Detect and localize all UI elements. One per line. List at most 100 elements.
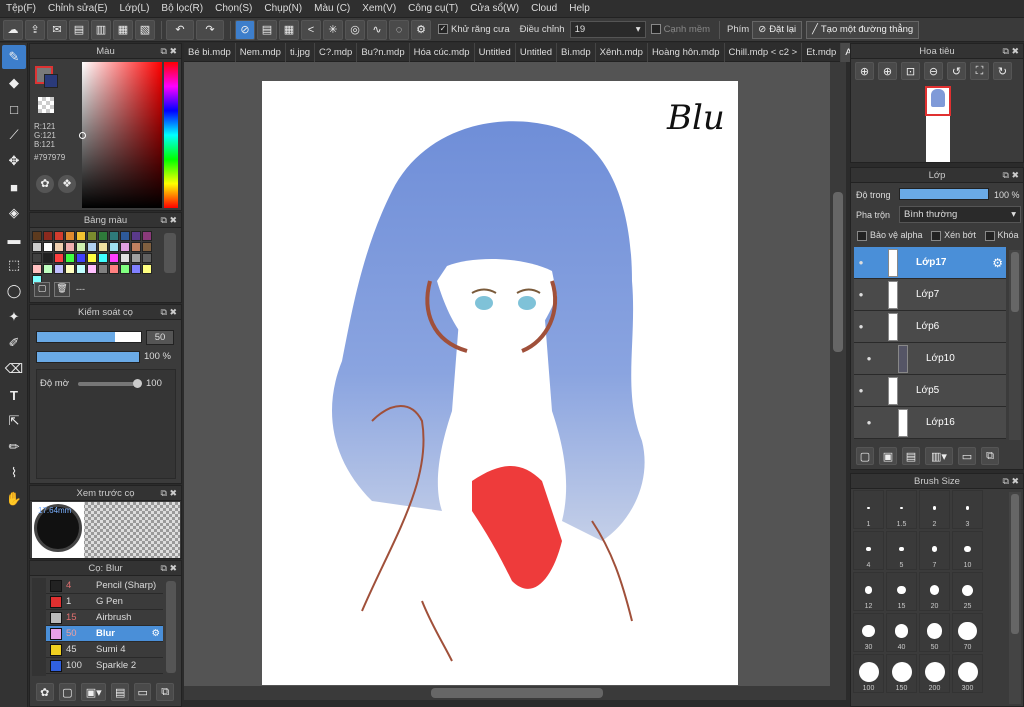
- menu-select[interactable]: Chọn(S): [215, 3, 252, 14]
- brush-size-cell[interactable]: 12: [853, 572, 884, 611]
- brush-size-scrollbar[interactable]: [1009, 492, 1021, 704]
- blend-mode-select[interactable]: Bình thường ▾: [899, 206, 1021, 223]
- list-item[interactable]: 1G Pen: [46, 594, 163, 610]
- palette-swatch[interactable]: [65, 253, 75, 263]
- brush-list-scrollbar[interactable]: [166, 581, 176, 673]
- palette-swatch[interactable]: [142, 253, 152, 263]
- panel-controls-icon[interactable]: ⧉ ✖: [1003, 474, 1019, 489]
- opacity-slider[interactable]: [36, 351, 140, 363]
- magic-wand-icon[interactable]: ✦: [2, 305, 26, 329]
- brush-size-cell[interactable]: 2: [919, 490, 950, 529]
- snap-radial-icon[interactable]: ✳: [323, 19, 343, 40]
- palette-swatch[interactable]: [43, 242, 53, 252]
- palette-swatch[interactable]: [76, 231, 86, 241]
- layer-row[interactable]: ● Lớp6: [854, 311, 1006, 343]
- line-button[interactable]: ╱ Tạo một đường thẳng: [806, 20, 920, 39]
- palette-swatch[interactable]: [87, 253, 97, 263]
- brush-size-value[interactable]: 50: [146, 330, 174, 345]
- tab-document[interactable]: Bu?n.mdp: [357, 42, 410, 62]
- snap-ellipse-icon[interactable]: ◌: [389, 19, 409, 40]
- add-brush-icon[interactable]: ✿: [36, 683, 54, 701]
- palette-swatch[interactable]: [131, 264, 141, 274]
- rect-select-tool-icon[interactable]: □: [2, 97, 26, 121]
- palette-swatch[interactable]: [98, 242, 108, 252]
- folder-icon[interactable]: ▭: [958, 447, 976, 465]
- canvas-hscroll[interactable]: [184, 686, 846, 700]
- clipping-checkbox[interactable]: [931, 230, 942, 241]
- palette-icon[interactable]: ✿: [36, 175, 54, 193]
- tab-document[interactable]: Et.mdp: [802, 42, 842, 62]
- palette-swatch[interactable]: [87, 242, 97, 252]
- panel-controls-icon[interactable]: ⧉ ✖: [1003, 168, 1019, 183]
- tab-document[interactable]: ti.jpg: [286, 42, 316, 62]
- brush-size-cell[interactable]: 25: [952, 572, 983, 611]
- new-palette-icon[interactable]: ▢: [34, 282, 50, 297]
- text-tool-icon[interactable]: T: [2, 383, 26, 407]
- brush-size-cell[interactable]: 50: [919, 613, 950, 652]
- snap-parallel-icon[interactable]: ▤: [257, 19, 277, 40]
- lock-checkbox[interactable]: [984, 230, 995, 241]
- tab-document[interactable]: Xênh.mdp: [596, 42, 648, 62]
- tab-document[interactable]: Untitled: [516, 42, 558, 62]
- palette-swatch[interactable]: [32, 242, 42, 252]
- eye-icon[interactable]: ●: [854, 290, 868, 299]
- brush-size-cell[interactable]: 10: [952, 531, 983, 570]
- snap-settings-icon[interactable]: ⚙: [411, 19, 431, 40]
- select-pen-icon[interactable]: ✐: [2, 331, 26, 355]
- list-item[interactable]: 4 Pencil (Sharp): [46, 578, 163, 594]
- palette-scrollbar[interactable]: [164, 233, 176, 273]
- trash-icon[interactable]: 🗑: [54, 282, 70, 297]
- panel-controls-icon[interactable]: ⧉ ✖: [1003, 44, 1019, 59]
- menu-edit[interactable]: Chỉnh sửa(E): [48, 3, 108, 14]
- eye-icon[interactable]: ●: [854, 386, 868, 395]
- layer-row[interactable]: ● Lớp16: [854, 407, 1006, 439]
- blur-slider[interactable]: [78, 379, 143, 388]
- palette-swatch[interactable]: [87, 231, 97, 241]
- palette-swatch[interactable]: [142, 264, 152, 274]
- menu-window[interactable]: Cửa sổ(W): [470, 3, 519, 14]
- brush-size-cell[interactable]: 7: [919, 531, 950, 570]
- palette-swatch[interactable]: [131, 242, 141, 252]
- eye-icon[interactable]: ●: [862, 354, 876, 363]
- add-layer-menu-icon[interactable]: ▥▾: [925, 447, 953, 465]
- copy-icon[interactable]: ⧉: [156, 683, 174, 701]
- palette-swatch[interactable]: [54, 253, 64, 263]
- snap-vanish-icon[interactable]: <: [301, 19, 321, 40]
- chat-icon[interactable]: ✉: [47, 19, 67, 40]
- palette-swatch[interactable]: [65, 242, 75, 252]
- menu-file[interactable]: Tệp(F): [6, 3, 36, 14]
- menu-tools[interactable]: Công cụ(T): [408, 3, 458, 14]
- palette-swatch[interactable]: [43, 264, 53, 274]
- tab-document[interactable]: Untitled: [475, 42, 516, 62]
- palette-swatch[interactable]: [32, 253, 42, 263]
- list-item[interactable]: 45 Sumi 4: [46, 642, 163, 658]
- edge-checkbox[interactable]: [650, 24, 661, 35]
- palette-swatch[interactable]: [142, 231, 152, 241]
- cloud-icon[interactable]: ☁: [3, 19, 23, 40]
- brush-size-cell[interactable]: 4: [853, 531, 884, 570]
- brush-size-cell[interactable]: 5: [886, 531, 917, 570]
- gear-icon[interactable]: ⚙: [992, 256, 1003, 270]
- rotate-right-icon[interactable]: ↻: [993, 62, 1012, 80]
- brush-menu-icon[interactable]: ▣▾: [81, 683, 107, 701]
- brush-size-cell[interactable]: 150: [886, 654, 917, 693]
- snap-cross-icon[interactable]: ▦: [279, 19, 299, 40]
- tab-document[interactable]: C?.mdp: [315, 42, 358, 62]
- new-layer-8bit-icon[interactable]: ▣: [879, 447, 897, 465]
- brush-size-cell[interactable]: 200: [919, 654, 950, 693]
- brush-size-cell[interactable]: 40: [886, 613, 917, 652]
- palette-swatch[interactable]: [65, 231, 75, 241]
- eye-icon[interactable]: ●: [854, 322, 868, 331]
- brush-size-cell[interactable]: 1.5: [886, 490, 917, 529]
- palette-swatch[interactable]: [98, 264, 108, 274]
- rotate-left-icon[interactable]: ↺: [947, 62, 966, 80]
- palette-swatch[interactable]: [131, 253, 141, 263]
- saturation-value-field[interactable]: [79, 62, 162, 208]
- layer-row[interactable]: ● Lớp5: [854, 375, 1006, 407]
- eraser-tool-icon[interactable]: ◆: [2, 71, 26, 95]
- brush-size-cell[interactable]: 30: [853, 613, 884, 652]
- palette-swatch[interactable]: [120, 242, 130, 252]
- layer-row[interactable]: ● Lớp7: [854, 279, 1006, 311]
- shape-tool-icon[interactable]: ■: [2, 175, 26, 199]
- eye-icon[interactable]: ●: [862, 418, 876, 427]
